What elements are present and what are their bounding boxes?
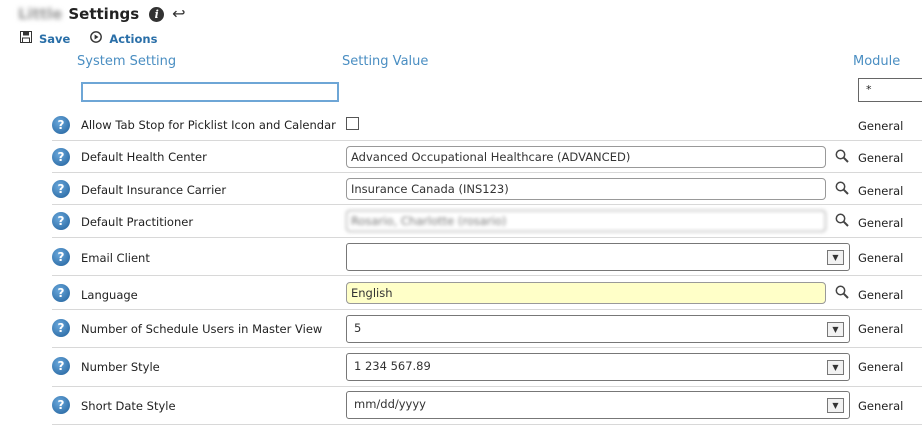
save-icon bbox=[20, 31, 32, 46]
help-icon[interactable]: ? bbox=[52, 180, 70, 198]
select-value: mm/dd/yyyy bbox=[354, 397, 426, 411]
back-arrow-icon[interactable]: ↩ bbox=[172, 6, 185, 22]
toolbar: Save Actions bbox=[20, 31, 177, 46]
setting-label: Allow Tab Stop for Picklist Icon and Cal… bbox=[81, 118, 336, 132]
setting-row: ? Default Health Center Advanced Occupat… bbox=[52, 141, 922, 173]
setting-row: ? Email Client ▼ General bbox=[52, 238, 922, 276]
chevron-down-icon[interactable]: ▼ bbox=[827, 360, 844, 375]
module-text: General bbox=[858, 288, 904, 302]
actions-button[interactable]: Actions bbox=[90, 31, 157, 46]
select-value: 5 bbox=[354, 321, 362, 335]
module-text: General bbox=[858, 119, 904, 133]
info-icon[interactable]: i bbox=[149, 6, 165, 22]
search-icon[interactable] bbox=[835, 285, 849, 299]
help-icon[interactable]: ? bbox=[52, 212, 70, 230]
setting-value-select[interactable]: 5 ▼ bbox=[346, 315, 850, 343]
module-text: General bbox=[858, 251, 904, 265]
column-header-module[interactable]: Module bbox=[853, 54, 900, 69]
setting-row: ? Number of Schedule Users in Master Vie… bbox=[52, 310, 922, 348]
setting-value-input[interactable]: Advanced Occupational Healthcare (ADVANC… bbox=[346, 146, 826, 168]
setting-label: Number of Schedule Users in Master View bbox=[81, 322, 323, 336]
help-icon[interactable]: ? bbox=[52, 357, 70, 375]
help-icon[interactable]: ? bbox=[52, 248, 70, 266]
setting-label: Number Style bbox=[81, 360, 160, 374]
setting-label: Language bbox=[81, 288, 138, 302]
module-text: General bbox=[858, 399, 904, 413]
search-icon[interactable] bbox=[835, 149, 849, 163]
help-icon[interactable]: ? bbox=[52, 319, 70, 337]
page-title: Settings bbox=[68, 5, 140, 23]
save-label: Save bbox=[39, 31, 71, 46]
select-value: 1 234 567.89 bbox=[354, 359, 431, 373]
setting-label: Email Client bbox=[81, 251, 150, 265]
help-icon[interactable]: ? bbox=[52, 284, 70, 302]
setting-row: ? Allow Tab Stop for Picklist Icon and C… bbox=[52, 110, 922, 141]
setting-row: ? Language English General bbox=[52, 276, 922, 310]
setting-row: ? Default Insurance Carrier Insurance Ca… bbox=[52, 173, 922, 205]
module-filter-input[interactable]: * bbox=[858, 78, 922, 102]
module-text: General bbox=[858, 322, 904, 336]
setting-value-select[interactable]: mm/dd/yyyy ▼ bbox=[346, 391, 850, 419]
setting-label: Default Health Center bbox=[81, 150, 207, 164]
column-header-value[interactable]: Setting Value bbox=[342, 54, 428, 69]
setting-checkbox[interactable] bbox=[346, 117, 359, 130]
chevron-down-icon[interactable]: ▼ bbox=[827, 398, 844, 413]
setting-row: ? Default Practitioner Rosario, Charlott… bbox=[52, 205, 922, 238]
setting-row: ? Short Date Style mm/dd/yyyy ▼ General bbox=[52, 387, 922, 425]
setting-filter-input[interactable] bbox=[81, 82, 339, 102]
help-icon[interactable]: ? bbox=[52, 396, 70, 414]
module-text: General bbox=[858, 184, 904, 198]
setting-row: ? Number Style 1 234 567.89 ▼ General bbox=[52, 348, 922, 387]
save-button[interactable]: Save bbox=[20, 31, 70, 46]
module-text: General bbox=[858, 216, 904, 230]
module-text: General bbox=[858, 360, 904, 374]
module-text: General bbox=[858, 151, 904, 165]
user-name: Little bbox=[18, 5, 63, 23]
column-header-setting[interactable]: System Setting bbox=[77, 54, 176, 69]
chevron-down-icon[interactable]: ▼ bbox=[827, 322, 844, 337]
setting-label: Default Practitioner bbox=[81, 215, 194, 229]
setting-value-input[interactable]: English bbox=[346, 282, 826, 304]
setting-value-input[interactable]: Rosario, Charlotte (rosario) bbox=[346, 210, 826, 232]
page-header: Little Settings i ↩ bbox=[18, 3, 186, 25]
help-icon[interactable]: ? bbox=[52, 116, 70, 134]
setting-label: Short Date Style bbox=[81, 399, 176, 413]
actions-label: Actions bbox=[109, 31, 158, 46]
help-icon[interactable]: ? bbox=[52, 148, 70, 166]
search-icon[interactable] bbox=[835, 213, 849, 227]
setting-value-select[interactable]: 1 234 567.89 ▼ bbox=[346, 353, 850, 381]
chevron-down-icon[interactable]: ▼ bbox=[827, 250, 844, 265]
setting-label: Default Insurance Carrier bbox=[81, 183, 227, 197]
setting-value-select[interactable]: ▼ bbox=[346, 243, 850, 271]
search-icon[interactable] bbox=[835, 181, 849, 195]
play-circle-icon bbox=[90, 31, 103, 46]
setting-value-input[interactable]: Insurance Canada (INS123) bbox=[346, 178, 826, 200]
